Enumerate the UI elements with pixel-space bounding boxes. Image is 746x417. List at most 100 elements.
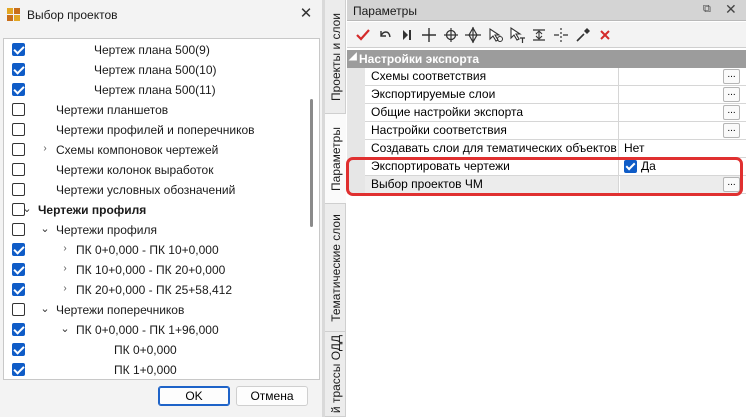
split-icon[interactable] xyxy=(551,25,571,45)
property-value[interactable] xyxy=(620,176,740,194)
property-name: Создавать слои для тематических объектов xyxy=(365,140,619,158)
chevron-right-icon[interactable]: › xyxy=(58,241,72,257)
tree-item-label: Чертежи планшетов xyxy=(56,103,169,117)
tree-checkbox[interactable] xyxy=(12,223,25,236)
tree-scrollbar[interactable] xyxy=(304,39,319,379)
tree-row[interactable]: › ПК 0+0,000 - ПК 10+0,000 xyxy=(4,240,304,260)
property-value-text: Да xyxy=(641,159,656,173)
property-row[interactable]: Создавать слои для тематических объектов… xyxy=(347,140,746,158)
tree-checkbox[interactable] xyxy=(12,143,25,156)
chevron-down-icon[interactable]: ⌄ xyxy=(20,201,34,217)
chevron-right-icon[interactable]: › xyxy=(58,261,72,277)
tree-row[interactable]: ⌄ Чертежи поперечников xyxy=(4,300,304,320)
scrollbar-thumb[interactable] xyxy=(310,99,313,227)
property-row[interactable]: Настройки соответствия... xyxy=(347,122,746,140)
target-icon[interactable] xyxy=(441,25,461,45)
tree-row[interactable]: Чертежи профилей и поперечников xyxy=(4,120,304,140)
tree-checkbox[interactable] xyxy=(12,363,25,376)
property-value[interactable]: Да xyxy=(620,158,740,176)
tree-item-label: ПК 10+0,000 - ПК 20+0,000 xyxy=(76,263,226,277)
tree-checkbox[interactable] xyxy=(12,263,25,276)
tree-checkbox[interactable] xyxy=(12,63,25,76)
tree-row[interactable]: ⌄ Чертежи профиля xyxy=(4,220,304,240)
tree-row[interactable]: Чертеж плана 500(10) xyxy=(4,60,304,80)
property-value[interactable] xyxy=(620,122,740,140)
row-gutter xyxy=(347,158,365,176)
row-gutter xyxy=(347,122,365,140)
float-icon[interactable]: ⧉ xyxy=(703,3,711,16)
tree-row[interactable]: ПК 0+0,000 xyxy=(4,340,304,360)
tree-checkbox[interactable] xyxy=(12,43,25,56)
undo-icon[interactable] xyxy=(375,25,395,45)
property-value[interactable] xyxy=(620,68,740,86)
tree-item-label: Чертеж плана 500(9) xyxy=(94,43,210,57)
chevron-right-icon[interactable]: › xyxy=(38,141,52,157)
property-value[interactable] xyxy=(620,104,740,122)
property-value[interactable]: Нет xyxy=(620,140,740,158)
tree-row[interactable]: Чертежи колонок выработок xyxy=(4,160,304,180)
chevron-right-icon[interactable]: › xyxy=(58,281,72,297)
property-row[interactable]: Общие настройки экспорта... xyxy=(347,104,746,122)
export-drawings-checkbox[interactable] xyxy=(624,160,637,173)
cancel-button[interactable]: Отмена xyxy=(236,386,308,406)
ellipsis-button[interactable]: ... xyxy=(723,105,740,120)
pipette-icon[interactable] xyxy=(573,25,593,45)
side-tabs: Проекты и слои Параметры Тематические сл… xyxy=(325,0,346,417)
select-arrow-icon[interactable] xyxy=(507,25,527,45)
tree-checkbox[interactable] xyxy=(12,283,25,296)
tree-checkbox[interactable] xyxy=(12,343,25,356)
property-row[interactable]: Экспортируемые слои... xyxy=(347,86,746,104)
tree-item-label: ПК 0+0,000 xyxy=(114,343,177,357)
tree-checkbox[interactable] xyxy=(12,323,25,336)
property-name: Схемы соответствия xyxy=(365,68,619,86)
tab-projects-and-layers[interactable]: Проекты и слои xyxy=(325,0,346,114)
tab-parameters[interactable]: Параметры xyxy=(325,114,346,204)
align-icon[interactable] xyxy=(529,25,549,45)
chevron-down-icon[interactable]: ⌄ xyxy=(58,321,72,337)
property-value[interactable] xyxy=(620,86,740,104)
tab-thematic-layers[interactable]: Тематические слои xyxy=(325,204,346,332)
close-icon[interactable]: ✕ xyxy=(725,1,737,18)
tree-checkbox[interactable] xyxy=(12,123,25,136)
tree-row[interactable]: Чертежи планшетов xyxy=(4,100,304,120)
tree-item-label: Чертежи условных обозначений xyxy=(56,183,236,197)
property-row[interactable]: Экспортировать чертежи Да xyxy=(347,158,746,176)
tree-row[interactable]: › Схемы компоновок чертежей xyxy=(4,140,304,160)
chevron-down-icon[interactable]: ◢ xyxy=(349,51,357,62)
tree-row[interactable]: Чертеж плана 500(11) xyxy=(4,80,304,100)
tab-odd-routes[interactable]: й трассы ОДД xyxy=(325,332,346,417)
tree-row[interactable]: Чертежи условных обозначений xyxy=(4,180,304,200)
property-row[interactable]: Схемы соответствия... xyxy=(347,68,746,86)
chevron-down-icon[interactable]: ⌄ xyxy=(38,301,52,317)
check-icon[interactable] xyxy=(353,25,373,45)
ok-button[interactable]: OK xyxy=(158,386,230,406)
section-header[interactable]: ◢ Настройки экспорта xyxy=(347,50,746,68)
tree-row[interactable]: ⌄ ПК 0+0,000 - ПК 1+96,000 xyxy=(4,320,304,340)
delete-icon[interactable] xyxy=(595,25,615,45)
tree-checkbox[interactable] xyxy=(12,163,25,176)
close-icon[interactable]: ✕ xyxy=(294,2,318,26)
tree-item-label: ПК 20+0,000 - ПК 25+58,412 xyxy=(76,283,233,297)
row-gutter xyxy=(347,86,365,104)
move-target-icon[interactable] xyxy=(463,25,483,45)
chevron-down-icon[interactable]: ⌄ xyxy=(38,221,52,237)
tree-row[interactable]: ПК 1+0,000 xyxy=(4,360,304,379)
tree-row[interactable]: › ПК 10+0,000 - ПК 20+0,000 xyxy=(4,260,304,280)
tree-row[interactable]: Чертеж плана 500(9) xyxy=(4,40,304,60)
cross-cursor-icon[interactable] xyxy=(419,25,439,45)
ellipsis-button[interactable]: ... xyxy=(723,177,740,192)
tree-row[interactable]: › ПК 20+0,000 - ПК 25+58,412 xyxy=(4,280,304,300)
tree-checkbox[interactable] xyxy=(12,183,25,196)
tree-checkbox[interactable] xyxy=(12,243,25,256)
step-icon[interactable] xyxy=(397,25,417,45)
tree-checkbox[interactable] xyxy=(12,83,25,96)
ellipsis-button[interactable]: ... xyxy=(723,69,740,84)
select-cursor-icon[interactable] xyxy=(485,25,505,45)
ellipsis-button[interactable]: ... xyxy=(723,123,740,138)
tree-item-label: Схемы компоновок чертежей xyxy=(56,143,219,157)
tree-checkbox[interactable] xyxy=(12,303,25,316)
tree-checkbox[interactable] xyxy=(12,103,25,116)
ellipsis-button[interactable]: ... xyxy=(723,87,740,102)
tree-row[interactable]: ⌄ Чертежи профиля xyxy=(4,200,304,220)
property-row[interactable]: Выбор проектов ЧМ... xyxy=(347,176,746,194)
